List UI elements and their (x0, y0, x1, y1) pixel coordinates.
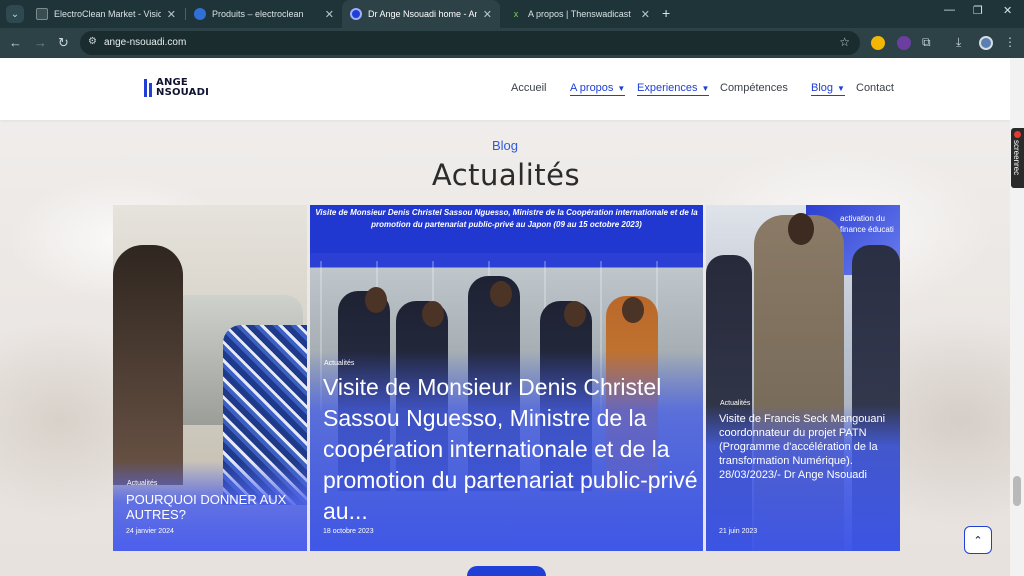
card-category: Actualités (127, 480, 158, 487)
nav-competences[interactable]: Compétences (720, 82, 788, 94)
chevron-down-icon: ▼ (701, 84, 710, 93)
card-category: Actualités (720, 400, 751, 407)
photo-banner-text: Visite de Monsieur Denis Christel Sassou… (315, 208, 698, 229)
blog-card-featured[interactable]: Visite de Monsieur Denis Christel Sassou… (310, 205, 703, 551)
minimize-icon[interactable]: — (944, 4, 955, 16)
download-icon[interactable]: ⤓ (956, 35, 961, 50)
site-favicon-icon (36, 8, 48, 20)
nav-contact[interactable]: Contact (856, 82, 894, 94)
photo-head (564, 301, 586, 327)
scrollbar-thumb[interactable] (1013, 476, 1021, 506)
close-tab-icon[interactable]: ✕ (167, 8, 176, 21)
extensions-puzzle-icon[interactable]: ⧉ (922, 35, 931, 50)
scroll-to-top-button[interactable]: ⌃ (964, 526, 992, 554)
extension-icon[interactable] (871, 36, 885, 50)
site-header: ANGE NSOUADI Accueil A propos ▼ Experienc… (0, 58, 1010, 120)
tab-title: Dr Ange Nsouadi home - Ange (368, 9, 477, 19)
url-text: ange-nsouadi.com (104, 37, 187, 48)
nav-a-propos[interactable]: A propos ▼ (570, 82, 626, 96)
menu-more-icon[interactable]: ⋮ (1004, 35, 1016, 49)
nav-blog[interactable]: Blog ▼ (811, 82, 845, 96)
address-bar[interactable]: ⚙ ange-nsouadi.com ☆ (80, 31, 860, 55)
photo-person (113, 245, 183, 485)
restore-icon[interactable]: ❐ (973, 4, 983, 17)
card-title[interactable]: Visite de Francis Seck Mangouani coordon… (719, 412, 899, 482)
card-title[interactable]: POURQUOI DONNER AUX AUTRES? (126, 492, 301, 522)
photo-head (365, 287, 387, 313)
photo-head (622, 297, 644, 323)
section-eyebrow: Blog (491, 138, 519, 153)
screenrec-label: screenrec (1012, 140, 1021, 176)
card-date: 18 octobre 2023 (323, 528, 374, 535)
site-info-icon[interactable]: ⚙ (88, 36, 97, 47)
close-window-icon[interactable]: ✕ (1003, 4, 1012, 17)
nav-label: Experiences (637, 82, 698, 94)
logo-mark-icon (144, 79, 154, 97)
new-tab-button[interactable]: + (662, 5, 670, 21)
site-logo[interactable]: ANGE NSOUADI (144, 77, 216, 99)
tab-title: ElectroClean Market - Vision M (54, 9, 161, 19)
reload-icon[interactable]: ↻ (58, 35, 69, 51)
see-more-button[interactable] (467, 566, 546, 576)
card-title[interactable]: Visite de Monsieur Denis Christel Sassou… (323, 372, 703, 527)
nav-label: Blog (811, 82, 834, 94)
card-category: Actualités (324, 360, 355, 367)
chevron-down-icon: ▼ (617, 84, 626, 93)
tab-thenswadicast[interactable]: x A propos | Thenswadicast ✕ (502, 0, 658, 28)
blog-card[interactable]: Actualités POURQUOI DONNER AUX AUTRES? 2… (113, 205, 307, 551)
photo-head (788, 213, 814, 245)
close-tab-icon[interactable]: ✕ (325, 8, 334, 21)
tab-search-icon[interactable]: ⌄ (6, 5, 24, 23)
close-tab-icon[interactable]: ✕ (641, 8, 650, 21)
browser-toolbar: ← → ↻ ⚙ ange-nsouadi.com ☆ 1 24 ⧉ ⤓ ⋮ (0, 28, 1024, 78)
photo-head (490, 281, 512, 307)
site-favicon-icon: x (510, 8, 522, 20)
bookmark-star-icon[interactable]: ☆ (839, 35, 850, 49)
web-page: ANGE NSOUADI Accueil A propos ▼ Experienc… (0, 58, 1010, 576)
close-tab-icon[interactable]: ✕ (483, 8, 492, 21)
tab-ange-nsouadi[interactable]: Dr Ange Nsouadi home - Ange ✕ (342, 0, 500, 28)
photo-head (422, 301, 444, 327)
tab-produits-electroclean[interactable]: Produits – electroclean ✕ (186, 0, 342, 28)
nav-label: A propos (570, 82, 614, 94)
back-icon[interactable]: ← (9, 35, 22, 50)
photo-screen-text: activation du finance éducati (840, 214, 894, 234)
record-icon (1014, 131, 1021, 138)
card-date: 24 janvier 2024 (126, 528, 174, 535)
chevron-down-icon: ▼ (837, 84, 845, 93)
tab-title: Produits – electroclean (212, 9, 304, 19)
profile-avatar[interactable] (979, 36, 993, 50)
tab-electroclean-market[interactable]: ElectroClean Market - Vision M ✕ (28, 0, 184, 28)
logo-text-line2: NSOUADI (156, 87, 210, 98)
site-favicon-icon (194, 8, 206, 20)
screenrec-widget[interactable]: screenrec (1011, 128, 1024, 188)
section-heading: Actualités (431, 158, 581, 192)
tab-title: A propos | Thenswadicast (528, 9, 631, 19)
browser-tab-bar: ⌄ ElectroClean Market - Vision M ✕ Produ… (0, 0, 1024, 28)
site-favicon-icon (350, 8, 362, 20)
card-date: 21 juin 2023 (719, 528, 758, 535)
extension-icon[interactable] (897, 36, 911, 50)
chevron-up-icon: ⌃ (973, 534, 983, 547)
forward-icon[interactable]: → (34, 35, 47, 50)
blog-card[interactable]: activation du finance éducati Actualités… (706, 205, 900, 551)
nav-accueil[interactable]: Accueil (511, 82, 546, 94)
nav-experiences[interactable]: Experiences ▼ (637, 82, 710, 96)
